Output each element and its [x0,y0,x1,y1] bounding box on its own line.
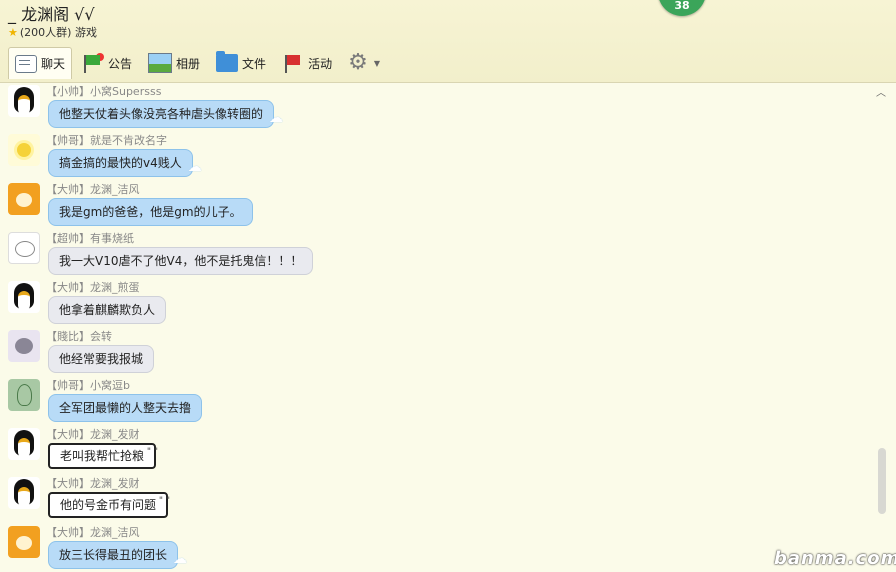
settings-menu-button[interactable]: ⚙ ▼ [342,48,386,78]
message-bubble: 他拿着麒麟欺负人 [48,296,167,324]
sender-name[interactable]: 【大帅】龙渊_煎蛋 [46,279,140,295]
scrollbar-thumb[interactable] [878,448,886,514]
message-bubble: 老叫我帮忙抢粮 [48,441,158,469]
tab-label: 公告 [108,56,133,71]
sender-name[interactable]: 【大帅】龙渊_发财 [46,475,140,491]
avatar[interactable] [8,330,40,362]
avatar[interactable] [8,85,40,117]
folder-icon [216,51,239,72]
chat-window-header: _ 龙渊阁 √√ ★ (200人群) 游戏 38 聊天 公告 相册 文件 活动 … [0,0,896,83]
sender-name[interactable]: 【大帅】龙渊_洁风 [46,524,140,540]
tab-chat[interactable]: 聊天 [8,47,73,79]
message-item: 【賤比】会转 他经常要我报城 [8,328,868,376]
message-bubble: 他整天仗着头像没亮各种虐头像转圈的 [48,100,283,131]
tab-announcement[interactable]: 公告 [76,48,138,78]
avatar[interactable] [8,428,40,460]
message-item: 【帅哥】小窝逗b 全军团最懒的人整天去撸 [8,377,868,425]
message-bubble: 我是gm的爸爸，他是gm的儿子。 [48,198,253,226]
message-item: 【大帅】龙渊_发财 他的号金币有问题 [8,475,868,523]
tab-label: 聊天 [41,57,66,71]
message-item: 【大帅】龙渊_煎蛋 他拿着麒麟欺负人 [8,279,868,327]
group-info: ★ (200人群) 游戏 [8,24,97,40]
avatar[interactable] [8,281,40,313]
message-bubble: 他经常要我报城 [48,345,155,373]
gear-icon: ⚙ [348,50,368,75]
message-list: 【小帅】小窝Supersss 他整天仗着头像没亮各种虐头像转圈的 【帅哥】就是不… [0,83,882,572]
tab-label: 文件 [242,56,267,71]
message-item: 【大帅】龙渊_洁风 我是gm的爸爸，他是gm的儿子。 [8,181,868,229]
message-bubble: 全军团最懒的人整天去撸 [48,394,203,422]
avatar[interactable] [8,183,40,215]
sender-name[interactable]: 【小帅】小窝Supersss [46,83,161,99]
tab-label: 活动 [308,56,333,71]
message-bubble: 他的号金币有问题 [48,490,170,518]
chevron-down-icon: ▼ [373,58,380,68]
level-badge[interactable]: 38 [658,0,706,16]
sender-name[interactable]: 【帅哥】就是不肯改名字 [46,132,167,148]
tab-album[interactable]: 相册 [142,48,206,78]
star-icon: ★ [8,25,18,39]
avatar[interactable] [8,379,40,411]
sender-name[interactable]: 【超帅】有事烧纸 [46,230,134,246]
message-item: 【超帅】有事烧纸 我一大V10虐不了他V4，他不是托鬼信！！！ [8,230,868,278]
message-bubble: 我一大V10虐不了他V4，他不是托鬼信！！！ [48,247,314,275]
message-bubble: 放三长得最丑的团长 [48,541,187,572]
avatar[interactable] [8,477,40,509]
message-bubble: 搞金搞的最快的v4贱人 [48,149,201,180]
chat-icon [15,54,37,73]
group-title: _ 龙渊阁 √√ [8,5,95,24]
sender-name[interactable]: 【帅哥】小窝逗b [46,377,130,393]
message-item: 【帅哥】就是不肯改名字 搞金搞的最快的v4贱人 [8,132,868,180]
sender-name[interactable]: 【大帅】龙渊_洁风 [46,181,140,197]
sender-name[interactable]: 【賤比】会转 [46,328,112,344]
tab-bar: 聊天 公告 相册 文件 活动 ⚙ ▼ [8,47,390,79]
avatar[interactable] [8,232,40,264]
album-icon [148,53,173,73]
tab-files[interactable]: 文件 [210,48,272,78]
tab-activity[interactable]: 活动 [276,48,338,78]
tab-label: 相册 [176,56,201,71]
activity-flag-icon [282,53,304,73]
group-info-text: (200人群) 游戏 [19,26,97,39]
message-item: 【小帅】小窝Supersss 他整天仗着头像没亮各种虐头像转圈的 [8,83,868,131]
avatar[interactable] [8,134,40,166]
sender-name[interactable]: 【大帅】龙渊_发财 [46,426,140,442]
watermark: banma.com [774,548,896,569]
avatar[interactable] [8,526,40,558]
title-row: _ 龙渊阁 √√ [8,2,95,24]
message-item: 【大帅】龙渊_发财 老叫我帮忙抢粮 [8,426,868,474]
message-item: 【大帅】龙渊_洁风 放三长得最丑的团长 [8,524,868,572]
announcement-flag-icon [82,53,105,73]
